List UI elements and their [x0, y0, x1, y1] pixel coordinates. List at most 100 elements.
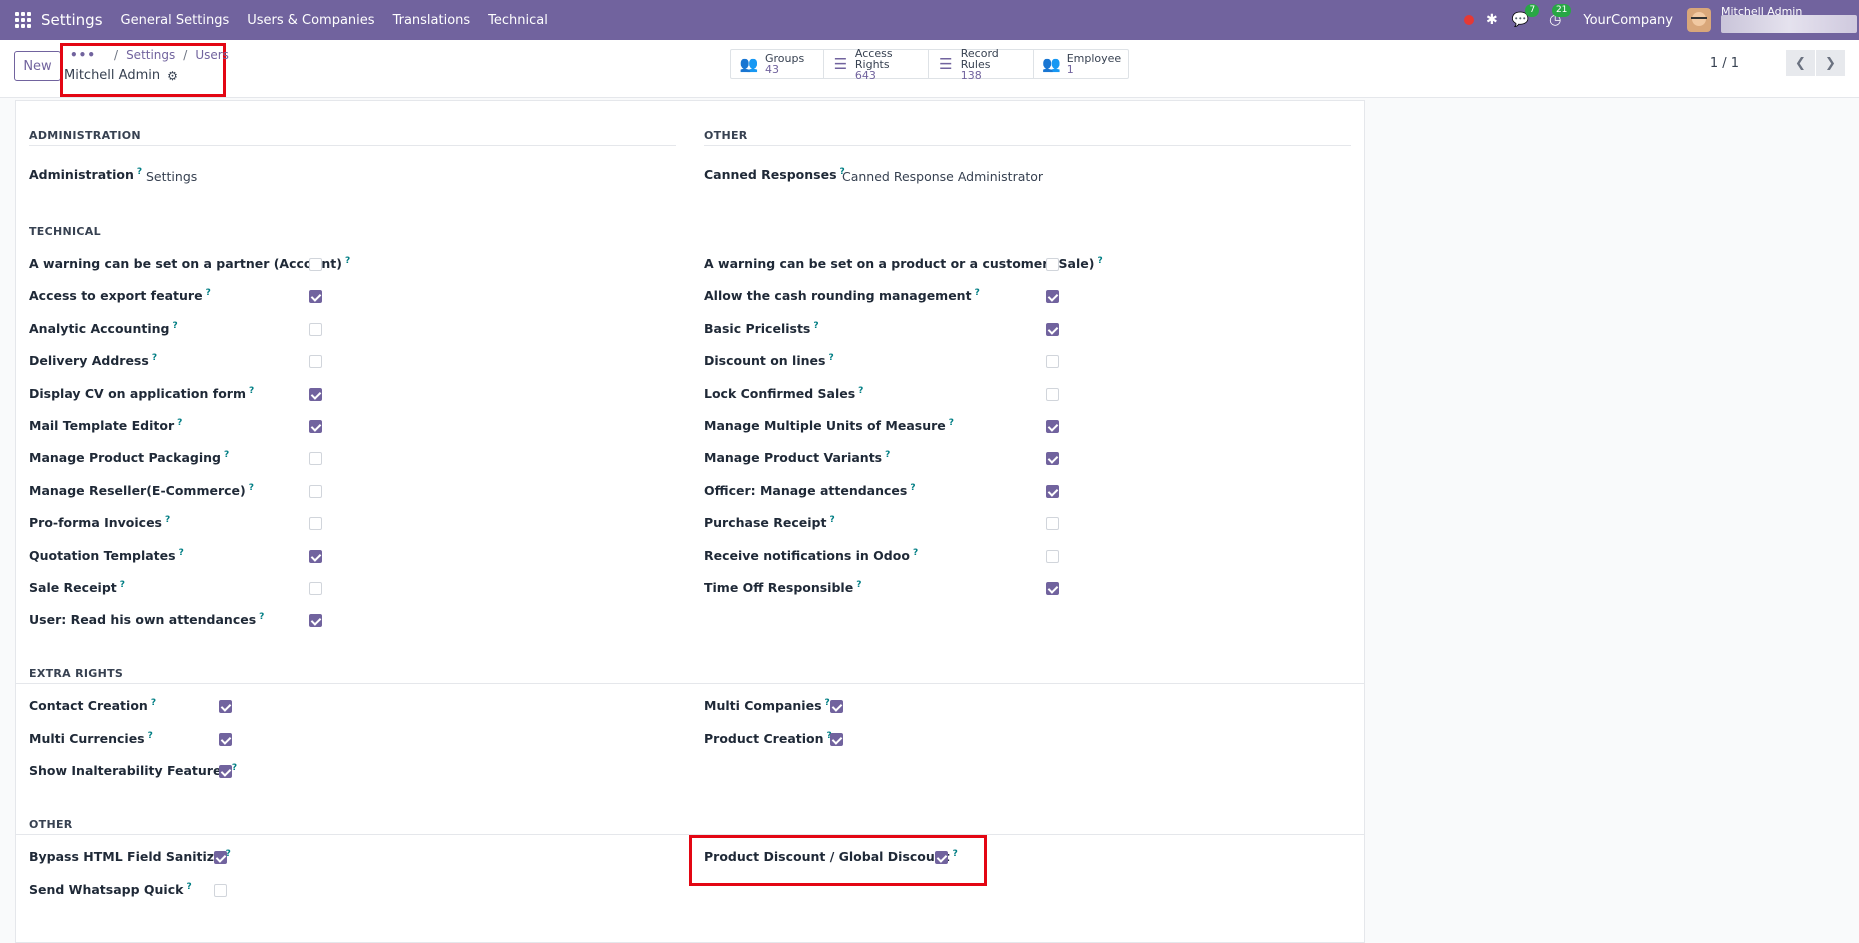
administration-label: Administration?	[29, 167, 142, 182]
menu-general-settings[interactable]: General Settings	[121, 13, 230, 28]
checkbox-show-inalterability-features[interactable]	[219, 765, 232, 778]
help-icon[interactable]: ?	[949, 418, 954, 428]
record-rules-smart-button[interactable]: ☰ Record Rules 138	[929, 46, 1034, 82]
checkbox-send-whatsapp-quick[interactable]	[214, 883, 227, 897]
help-icon[interactable]: ?	[206, 288, 211, 298]
checkbox-allow-the-cash-rounding-management[interactable]	[1046, 290, 1059, 304]
checkbox-discount-on-lines[interactable]	[1046, 355, 1059, 369]
new-button[interactable]: New	[14, 51, 61, 81]
bug-icon[interactable]: ✱	[1486, 12, 1498, 28]
menu-users-companies[interactable]: Users & Companies	[247, 13, 374, 28]
checkbox-purchase-receipt[interactable]	[1046, 517, 1059, 531]
checkbox-a-warning-can-be-set-on-a-partner-account[interactable]	[309, 258, 322, 271]
help-icon[interactable]: ?	[224, 450, 229, 460]
field-label-text: Basic Pricelists	[704, 320, 811, 336]
help-icon[interactable]: ?	[249, 386, 254, 396]
stat-value: 138	[960, 68, 982, 82]
checkbox-pro-forma-invoices[interactable]	[309, 517, 322, 531]
help-icon[interactable]: ?	[885, 450, 890, 460]
next-record-button[interactable]: ❯	[1816, 50, 1845, 76]
checkbox-display-cv-on-application-form[interactable]	[309, 387, 322, 401]
menu-translations[interactable]: Translations	[393, 13, 471, 28]
previous-record-button[interactable]: ❮	[1786, 50, 1815, 76]
checkbox-mail-template-editor[interactable]	[309, 420, 322, 433]
user-menu[interactable]: Mitchell Admin	[1719, 0, 1859, 40]
help-icon[interactable]: ?	[259, 612, 264, 622]
checkbox-manage-product-variants[interactable]	[1046, 452, 1059, 466]
help-icon[interactable]: ?	[975, 288, 980, 298]
help-icon[interactable]: ?	[345, 256, 350, 266]
canned-responses-label-text: Canned Responses	[704, 167, 837, 182]
help-icon[interactable]: ?	[828, 353, 833, 363]
checkbox-bypass-html-field-sanitize[interactable]	[214, 851, 227, 864]
avatar[interactable]	[1687, 8, 1711, 32]
checkbox-quotation-templates[interactable]	[309, 549, 322, 563]
help-icon[interactable]: ?	[249, 483, 254, 493]
chat-icon[interactable]: 💬 7	[1512, 4, 1540, 28]
access-rights-smart-button[interactable]: ☰ Access Rights 643	[824, 48, 929, 82]
checkbox-product-creation[interactable]	[830, 732, 843, 746]
help-icon[interactable]: ?	[179, 548, 184, 558]
field-label-bypass-html-field-sanitize: Bypass HTML Field Sanitize?	[29, 849, 231, 864]
company-switcher[interactable]: YourCompany	[1583, 13, 1673, 28]
help-icon[interactable]: ?	[172, 321, 177, 331]
field-label-text: Time Off Responsible	[704, 580, 854, 595]
list-icon: ☰	[939, 55, 953, 73]
field-label-text: Access to export feature	[29, 288, 203, 304]
checkbox-multi-currencies[interactable]	[219, 732, 232, 746]
help-icon[interactable]: ?	[177, 418, 182, 428]
canned-responses-value[interactable]: Canned Response Administrator	[842, 169, 1043, 184]
checkbox-lock-confirmed-sales[interactable]	[1046, 387, 1059, 401]
checkbox-access-to-export-feature[interactable]	[309, 290, 322, 304]
help-icon[interactable]: ?	[1097, 256, 1102, 266]
stat-value: 643	[854, 68, 876, 82]
users-icon: 👥	[1042, 55, 1061, 73]
help-icon[interactable]: ?	[858, 386, 863, 396]
app-name[interactable]: Settings	[41, 11, 103, 29]
help-icon[interactable]: ?	[137, 167, 142, 177]
help-icon[interactable]: ?	[165, 515, 170, 525]
checkbox-analytic-accounting[interactable]	[309, 322, 322, 336]
checkbox-delivery-address[interactable]	[309, 355, 322, 369]
breadcrumb-users[interactable]: Users	[195, 48, 229, 62]
help-icon[interactable]: ?	[151, 698, 156, 708]
help-icon[interactable]: ?	[825, 698, 830, 708]
pager-value[interactable]: 1 / 1	[1710, 56, 1739, 71]
activity-icon[interactable]: ◷ 21	[1549, 4, 1572, 28]
checkbox-user-read-his-own-attendances[interactable]	[309, 614, 322, 628]
breadcrumb-settings[interactable]: Settings	[126, 48, 175, 62]
help-icon[interactable]: ?	[152, 353, 157, 363]
menu-technical[interactable]: Technical	[488, 13, 548, 28]
breadcrumb-more-icon[interactable]: •••	[70, 48, 96, 62]
help-icon[interactable]: ?	[913, 548, 918, 558]
gear-icon[interactable]: ⚙	[167, 69, 178, 83]
record-indicator-icon[interactable]	[1464, 15, 1474, 25]
help-icon[interactable]: ?	[856, 580, 861, 590]
checkbox-multi-companies[interactable]	[830, 700, 843, 713]
groups-smart-button[interactable]: 👥 Groups 43	[731, 50, 824, 78]
administration-value[interactable]: Settings	[146, 169, 197, 184]
field-label-contact-creation: Contact Creation?	[29, 698, 156, 713]
checkbox-receive-notifications-in-odoo[interactable]	[1046, 549, 1059, 563]
checkbox-manage-reseller-e-commerce[interactable]	[309, 484, 322, 498]
help-icon[interactable]: ?	[232, 763, 237, 773]
stat-label: Record Rules	[960, 46, 999, 71]
field-label-purchase-receipt: Purchase Receipt?	[704, 515, 835, 530]
checkbox-time-off-responsible[interactable]	[1046, 582, 1059, 595]
help-icon[interactable]: ?	[829, 515, 834, 525]
checkbox-basic-pricelists[interactable]	[1046, 322, 1059, 336]
checkbox-a-warning-can-be-set-on-a-product-or-a-customer-sale[interactable]	[1046, 258, 1059, 271]
checkbox-officer-manage-attendances[interactable]	[1046, 484, 1059, 498]
breadcrumb-separator: /	[114, 48, 119, 62]
checkbox-sale-receipt[interactable]	[309, 582, 322, 595]
help-icon[interactable]: ?	[120, 580, 125, 590]
help-icon[interactable]: ?	[186, 882, 191, 892]
help-icon[interactable]: ?	[910, 483, 915, 493]
checkbox-manage-product-packaging[interactable]	[309, 452, 322, 466]
help-icon[interactable]: ?	[813, 321, 818, 331]
checkbox-contact-creation[interactable]	[219, 700, 232, 713]
checkbox-manage-multiple-units-of-measure[interactable]	[1046, 420, 1059, 433]
employee-smart-button[interactable]: 👥 Employee 1	[1034, 50, 1128, 78]
apps-menu-icon[interactable]	[15, 12, 31, 28]
help-icon[interactable]: ?	[148, 731, 153, 741]
